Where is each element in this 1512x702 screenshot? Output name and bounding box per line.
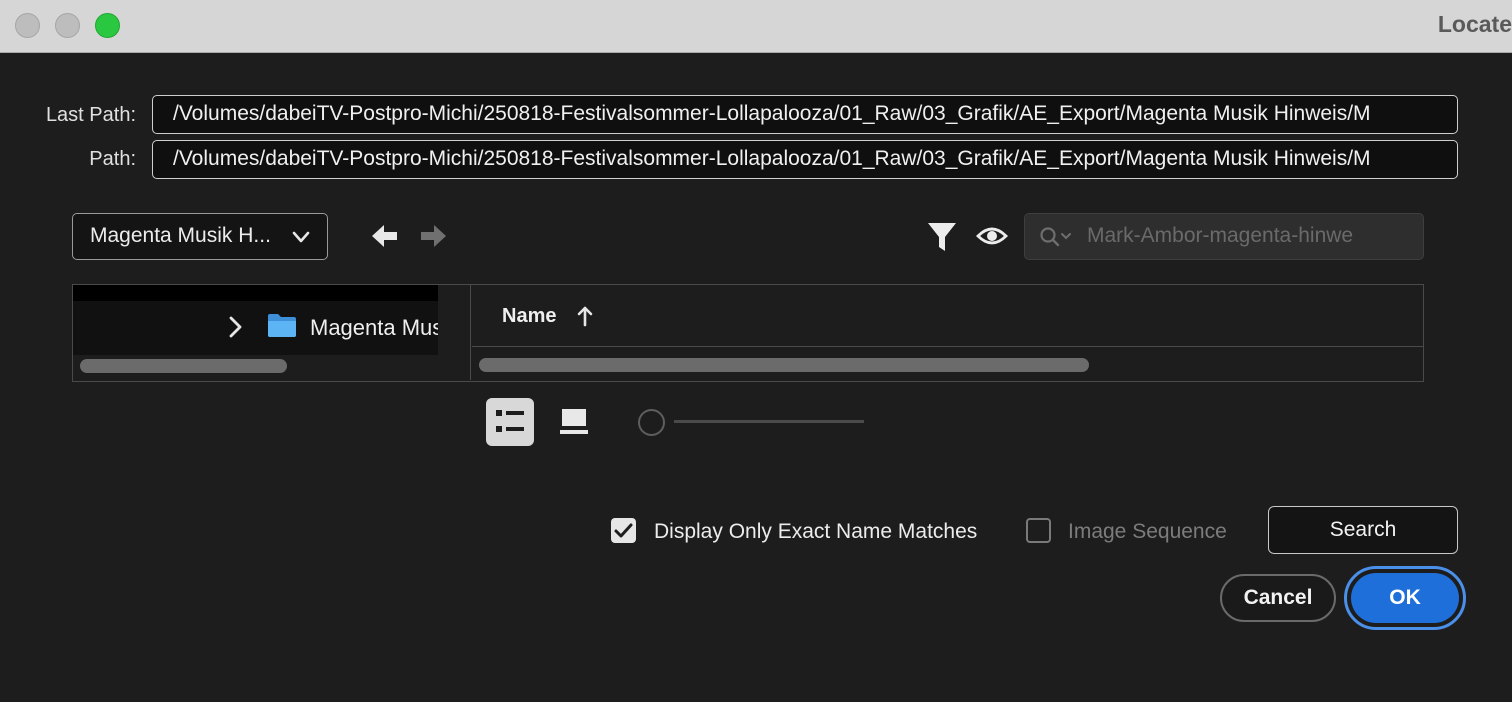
tree-row-clipped xyxy=(73,285,438,301)
file-list: Name xyxy=(472,285,1423,380)
back-arrow-icon[interactable] xyxy=(370,222,400,250)
list-header: Name xyxy=(472,285,1423,347)
exact-matches-checkbox[interactable] xyxy=(611,518,636,543)
list-view-icon xyxy=(496,410,524,432)
name-column-header[interactable]: Name xyxy=(502,305,556,328)
exact-matches-label: Display Only Exact Name Matches xyxy=(654,520,978,543)
folder-tree: Magenta Musik Hinweis xyxy=(73,285,471,380)
folder-tree-content: Magenta Musik Hinweis xyxy=(73,285,438,355)
window-title: Locate xyxy=(1437,11,1512,37)
list-view-button[interactable] xyxy=(486,398,534,446)
chevron-right-icon[interactable] xyxy=(225,314,245,340)
minimize-window-button[interactable] xyxy=(55,13,80,38)
thumbnail-view-button[interactable] xyxy=(550,398,598,446)
eye-icon[interactable] xyxy=(976,224,1008,248)
path-label: Path: xyxy=(89,148,136,170)
search-button[interactable]: Search xyxy=(1268,506,1458,554)
search-box[interactable] xyxy=(1024,213,1424,260)
location-dropdown-label: Magenta Musik H... xyxy=(90,224,271,247)
image-sequence-checkbox[interactable] xyxy=(1026,518,1051,543)
path-field[interactable]: /Volumes/dabeiTV-Postpro-Michi/250818-Fe… xyxy=(152,140,1458,179)
title-bar: Locate xyxy=(0,0,1512,53)
thumbnail-size-slider-track[interactable] xyxy=(674,420,864,423)
chevron-down-icon xyxy=(292,231,310,243)
funnel-icon[interactable] xyxy=(926,220,958,254)
close-window-button[interactable] xyxy=(15,13,40,38)
search-icon xyxy=(1040,227,1071,247)
sort-ascending-icon[interactable] xyxy=(576,305,594,327)
zoom-window-button[interactable] xyxy=(95,13,120,38)
thumbnail-size-slider-knob[interactable] xyxy=(638,409,665,436)
file-browser: Magenta Musik Hinweis Name xyxy=(72,284,1424,382)
tree-horizontal-scrollbar[interactable] xyxy=(80,359,287,373)
last-path-label: Last Path: xyxy=(45,104,136,126)
tree-item-label[interactable]: Magenta Musik Hinweis xyxy=(310,315,438,341)
location-dropdown[interactable]: Magenta Musik H... xyxy=(72,213,328,260)
last-path-field[interactable]: /Volumes/dabeiTV-Postpro-Michi/250818-Fe… xyxy=(152,95,1458,134)
forward-arrow-icon[interactable] xyxy=(418,222,448,250)
image-sequence-label: Image Sequence xyxy=(1068,520,1227,543)
cancel-button[interactable]: Cancel xyxy=(1220,574,1336,622)
ok-button[interactable]: OK xyxy=(1351,573,1459,623)
thumbnail-view-icon xyxy=(560,409,588,434)
list-horizontal-scrollbar[interactable] xyxy=(479,358,1089,372)
search-input[interactable] xyxy=(1087,214,1417,258)
folder-icon xyxy=(268,314,296,337)
checkmark-icon xyxy=(614,523,633,538)
